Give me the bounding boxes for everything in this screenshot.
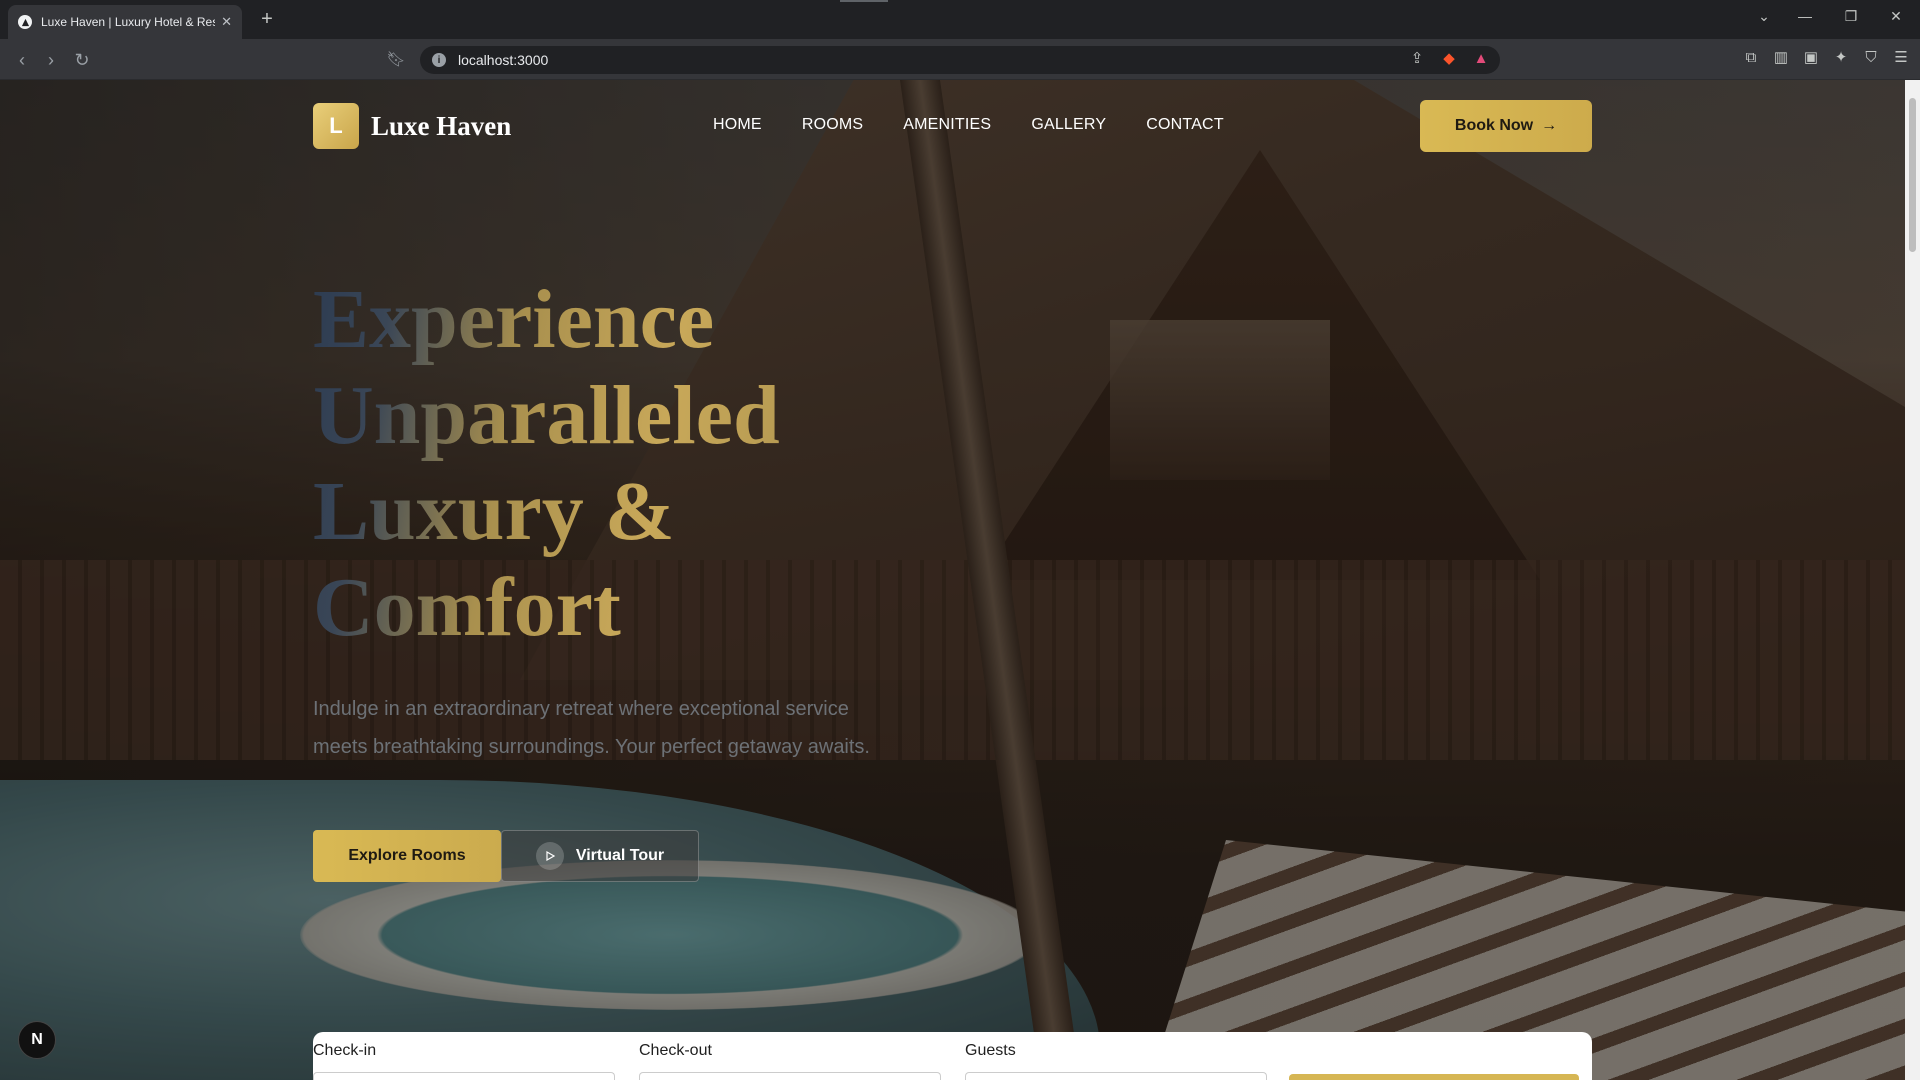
play-icon bbox=[535, 842, 564, 870]
new-tab-button[interactable]: + bbox=[256, 8, 278, 30]
book-now-label: Book Now bbox=[1454, 117, 1534, 134]
hero-subtitle: Indulge in an extraordinary retreat wher… bbox=[313, 698, 870, 758]
explore-rooms-button[interactable]: Explore Rooms bbox=[313, 830, 501, 882]
nav-gallery[interactable]: GALLERY bbox=[1031, 116, 1106, 134]
booking-widget: Check-in Check-out Guests bbox=[313, 1032, 1592, 1080]
tab-favicon-icon bbox=[18, 15, 32, 29]
guests-field[interactable] bbox=[965, 1072, 1267, 1080]
hero-background-image bbox=[0, 80, 1905, 1080]
scrollbar-thumb[interactable] bbox=[1909, 98, 1916, 252]
hero-title: Experience Unparalleled Luxury & Comfort bbox=[313, 272, 933, 656]
browser-tab-bar: Luxe Haven | Luxury Hotel & Resort ✕ + ⌄… bbox=[0, 0, 1920, 39]
window-drag-indicator bbox=[840, 0, 888, 2]
sidebar-icon[interactable]: ▥ bbox=[1772, 49, 1790, 67]
site-info-icon[interactable]: i bbox=[432, 53, 446, 67]
book-now-button[interactable]: Book Now → bbox=[1420, 100, 1592, 152]
browser-toolbar: ‹ › ↻ 🔖︎ i localhost:3000 ⇪ ◆ ▲ ⧉ ▥ ▣ ✦ … bbox=[0, 39, 1920, 80]
menu-icon[interactable]: ☰ bbox=[1892, 49, 1910, 67]
virtual-tour-label: Virtual Tour bbox=[575, 847, 665, 864]
checkout-label: Check-out bbox=[639, 1042, 712, 1059]
site-logo[interactable]: L Luxe Haven bbox=[313, 103, 511, 149]
arrow-right-icon: → bbox=[1541, 117, 1558, 134]
extensions-icon[interactable]: ⧉ bbox=[1742, 49, 1760, 67]
back-icon[interactable]: ‹ bbox=[10, 48, 34, 72]
hero-title-line: Luxury & bbox=[313, 465, 675, 558]
address-bar[interactable]: i localhost:3000 ⇪ ◆ ▲ bbox=[420, 46, 1500, 74]
logo-text: Luxe Haven bbox=[371, 110, 512, 141]
checkin-field[interactable] bbox=[313, 1072, 615, 1080]
guests-label: Guests bbox=[965, 1042, 1016, 1059]
share-icon[interactable]: ⇪ bbox=[1408, 50, 1426, 68]
brave-shields-icon[interactable]: ◆ bbox=[1440, 50, 1458, 68]
checkout-field[interactable] bbox=[639, 1072, 941, 1080]
tab-search-chevron-icon[interactable]: ⌄ bbox=[1752, 8, 1776, 25]
window-close-icon[interactable]: ✕ bbox=[1884, 8, 1908, 25]
nextjs-dev-badge[interactable]: N bbox=[18, 1021, 56, 1059]
hero-overlay bbox=[0, 80, 1905, 1080]
url-text[interactable]: localhost:3000 bbox=[458, 52, 548, 68]
minimize-icon[interactable]: — bbox=[1793, 8, 1817, 24]
nav-rooms[interactable]: ROOMS bbox=[802, 116, 863, 134]
check-availability-button[interactable] bbox=[1289, 1074, 1579, 1080]
checkin-label: Check-in bbox=[313, 1042, 377, 1059]
nav-amenities[interactable]: AMENITIES bbox=[903, 116, 991, 134]
page-viewport: L Luxe Haven HOME ROOMS AMENITIES GALLER… bbox=[0, 80, 1905, 1080]
site-header: L Luxe Haven HOME ROOMS AMENITIES GALLER… bbox=[0, 80, 1905, 170]
brave-rewards-icon[interactable]: ▲ bbox=[1472, 50, 1490, 68]
hero-title-line: Comfort bbox=[313, 561, 621, 654]
wallet-icon[interactable]: ▣ bbox=[1802, 49, 1820, 67]
bookmark-icon[interactable]: 🔖︎ bbox=[384, 48, 408, 72]
reload-icon[interactable]: ↻ bbox=[70, 48, 94, 72]
main-nav: HOME ROOMS AMENITIES GALLERY CONTACT bbox=[713, 116, 1224, 134]
leo-ai-icon[interactable]: ✦ bbox=[1832, 49, 1850, 67]
page-scrollbar[interactable] bbox=[1905, 80, 1920, 1080]
tab-title: Luxe Haven | Luxury Hotel & Resort bbox=[41, 15, 216, 29]
hero-title-line: Experience bbox=[313, 273, 715, 366]
nav-contact[interactable]: CONTACT bbox=[1146, 116, 1224, 134]
tab-close-icon[interactable]: ✕ bbox=[221, 14, 232, 30]
nav-home[interactable]: HOME bbox=[713, 116, 762, 134]
restore-icon[interactable]: ❐ bbox=[1839, 8, 1863, 25]
browser-tab[interactable]: Luxe Haven | Luxury Hotel & Resort ✕ bbox=[8, 5, 242, 39]
logo-mark: L bbox=[313, 103, 359, 149]
forward-icon[interactable]: › bbox=[39, 48, 63, 72]
virtual-tour-button[interactable]: Virtual Tour bbox=[501, 830, 699, 882]
hero-title-line: Unparalleled bbox=[313, 369, 780, 462]
vpn-icon[interactable]: ⛉ bbox=[1862, 49, 1880, 67]
